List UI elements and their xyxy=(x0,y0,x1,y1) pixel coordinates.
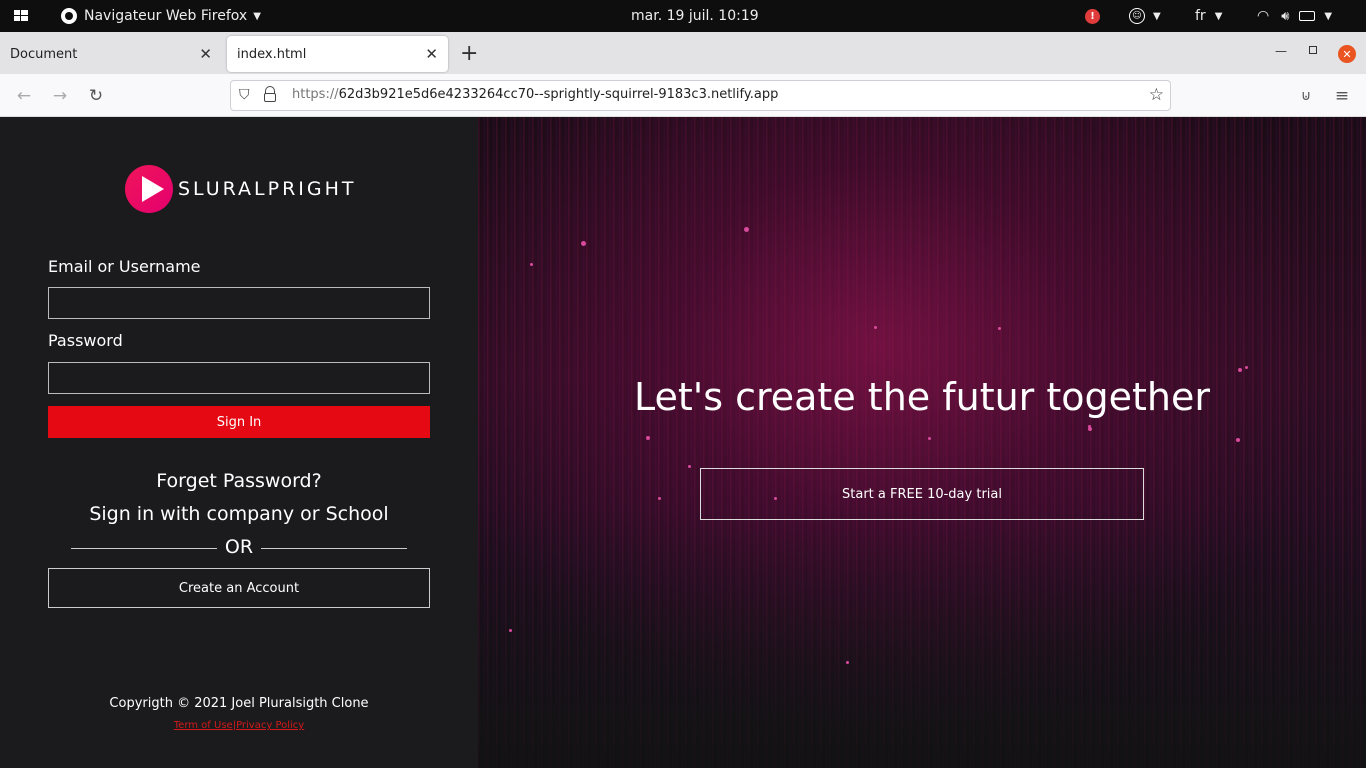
hero-headline: Let's create the futur together xyxy=(633,375,1211,419)
tab-bar: Document ✕ index.html ✕ + — ✕ xyxy=(0,32,1366,74)
shield-icon[interactable]: ⛉ xyxy=(239,87,250,103)
url-text[interactable]: https://62d3b921e5d6e4233264cc70--sprigh… xyxy=(292,87,778,102)
particle xyxy=(846,661,849,664)
reload-icon[interactable]: ↻ xyxy=(84,84,108,108)
chevron-down-icon: ▼ xyxy=(253,10,261,22)
url-bar[interactable]: ⛉ https://62d3b921e5d6e4233264cc70--spri… xyxy=(230,80,1171,111)
battery-icon xyxy=(1299,11,1316,21)
particle xyxy=(928,437,931,440)
privacy-link[interactable]: Privacy Policy xyxy=(236,720,304,731)
particle xyxy=(1245,366,1248,369)
particle xyxy=(530,263,533,266)
back-icon[interactable]: ← xyxy=(12,84,36,108)
forget-password-link[interactable]: Forget Password? xyxy=(0,470,478,492)
clock[interactable]: mar. 19 juil. 10:19 xyxy=(631,0,759,32)
sign-in-button[interactable]: Sign In xyxy=(48,406,430,438)
app-name: Navigateur Web Firefox xyxy=(84,8,248,24)
logo-text: SLURALPRIGHT xyxy=(178,178,357,200)
tab-document[interactable]: Document ✕ xyxy=(0,36,222,72)
firefox-icon xyxy=(61,8,77,24)
particle xyxy=(646,436,650,440)
particle xyxy=(1088,427,1092,431)
particle xyxy=(658,497,661,500)
particle xyxy=(998,327,1001,330)
logo[interactable]: SLURALPRIGHT xyxy=(125,165,357,213)
tab-label: index.html xyxy=(237,46,307,62)
close-tab-icon[interactable]: ✕ xyxy=(425,45,438,63)
windows-icon[interactable] xyxy=(13,0,29,32)
url-host: 62d3b921e5d6e4233264cc70--sprightly-squi… xyxy=(338,87,779,102)
particle xyxy=(581,241,586,246)
footer-links: Term of Use|Privacy Policy xyxy=(0,720,478,731)
close-tab-icon[interactable]: ✕ xyxy=(199,45,212,63)
free-trial-button[interactable]: Start a FREE 10-day trial xyxy=(700,468,1144,520)
login-panel: SLURALPRIGHT Email or Username Password … xyxy=(0,117,478,768)
pocket-icon[interactable]: ⊍ xyxy=(1294,84,1318,108)
password-field[interactable] xyxy=(48,362,430,394)
app-menu[interactable]: Navigateur Web Firefox ▼ xyxy=(61,0,261,32)
page-content: SLURALPRIGHT Email or Username Password … xyxy=(0,117,1366,768)
maximize-icon[interactable] xyxy=(1309,46,1317,54)
menu-icon[interactable]: ≡ xyxy=(1330,84,1354,108)
particle xyxy=(1236,438,1240,442)
nav-bar: ← → ↻ ⛉ https://62d3b921e5d6e4233264cc70… xyxy=(0,74,1366,117)
url-protocol: https:// xyxy=(292,87,339,102)
copyright-text: Copyrigth © 2021 Joel Pluralsigth Clone xyxy=(109,696,369,711)
email-label: Email or Username xyxy=(48,257,201,276)
accessibility-icon: ☺ xyxy=(1129,8,1145,24)
volume-icon: 🔊︎ xyxy=(1281,8,1290,24)
system-top-bar: Navigateur Web Firefox ▼ mar. 19 juil. 1… xyxy=(0,0,1366,32)
particle xyxy=(509,629,512,632)
particle xyxy=(1238,368,1242,372)
divider-right xyxy=(261,548,407,549)
password-label: Password xyxy=(48,331,123,350)
chevron-down-icon: ▼ xyxy=(1153,10,1161,22)
email-field[interactable] xyxy=(48,287,430,319)
particle xyxy=(744,227,749,232)
play-logo-icon xyxy=(125,165,173,213)
forward-icon[interactable]: → xyxy=(48,84,72,108)
chevron-down-icon: ▼ xyxy=(1324,10,1333,22)
wifi-icon: ◠ xyxy=(1257,8,1270,24)
minimize-icon[interactable]: — xyxy=(1275,44,1287,58)
language-menu[interactable]: fr ▼ xyxy=(1195,0,1222,32)
accessibility-menu[interactable]: ☺ ▼ xyxy=(1129,0,1161,32)
notification-alert-icon[interactable]: ! xyxy=(1085,0,1100,32)
terms-link[interactable]: Term of Use xyxy=(174,720,233,731)
hero-panel: Let's create the futur together Start a … xyxy=(478,117,1366,768)
chevron-down-icon: ▼ xyxy=(1214,10,1223,22)
bookmark-star-icon[interactable]: ☆ xyxy=(1149,85,1164,105)
close-window-icon[interactable]: ✕ xyxy=(1338,45,1356,63)
create-account-button[interactable]: Create an Account xyxy=(48,568,430,608)
status-menu[interactable]: ◠ 🔊︎ ▼ xyxy=(1257,0,1332,32)
particle xyxy=(874,326,877,329)
company-sign-in-link[interactable]: Sign in with company or School xyxy=(0,503,478,525)
new-tab-icon[interactable]: + xyxy=(460,41,478,66)
particle xyxy=(688,465,691,468)
or-text: OR xyxy=(224,536,254,558)
language-label: fr xyxy=(1195,8,1206,24)
tab-index[interactable]: index.html ✕ xyxy=(227,36,448,72)
tab-label: Document xyxy=(10,46,78,62)
